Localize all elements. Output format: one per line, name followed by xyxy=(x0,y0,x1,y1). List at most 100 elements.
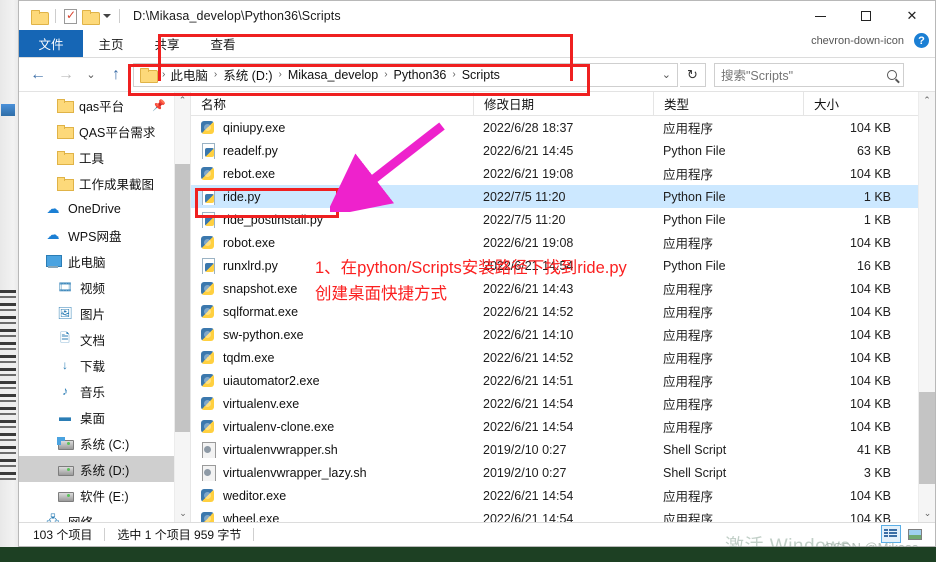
sidebar-item-4[interactable]: ☁ OneDrive xyxy=(19,196,174,222)
python-exe-icon xyxy=(201,419,216,435)
file-name-label: ride.py xyxy=(223,189,261,204)
file-type-cell: 应用程序 xyxy=(663,237,714,251)
sidebar-item-10[interactable]: ↓ 下载 xyxy=(19,352,174,378)
tab-home[interactable]: 主页 xyxy=(83,30,139,57)
close-button[interactable]: ✕ xyxy=(889,1,935,31)
sidebar-item-13[interactable]: 系统 (C:) xyxy=(19,430,174,456)
back-button[interactable]: ← xyxy=(25,62,51,88)
column-header-size[interactable]: 大小 xyxy=(803,92,913,116)
file-type-cell: 应用程序 xyxy=(663,329,714,343)
sidebar-item-9[interactable]: 🗎 文档 xyxy=(19,326,174,352)
file-list-scrollbar-thumb[interactable] xyxy=(919,392,935,484)
sidebar-item-16[interactable]: 🖧 网络 xyxy=(19,508,174,523)
help-icon[interactable]: ? xyxy=(914,33,929,48)
search-box[interactable]: 搜索"Scripts" xyxy=(714,62,904,87)
file-size-cell: 104 KB xyxy=(849,281,891,296)
chevron-down-icon[interactable] xyxy=(103,14,111,18)
sidebar-item-6[interactable]: 此电脑 xyxy=(19,248,174,274)
sidebar-item-label: 此电脑 xyxy=(68,255,106,270)
scroll-up-icon[interactable]: ⌃ xyxy=(175,92,190,109)
chevron-down-icon[interactable]: chevron-down-icon xyxy=(811,35,904,47)
nav-scrollbar-thumb[interactable] xyxy=(175,164,190,432)
tab-view[interactable]: 查看 xyxy=(195,30,251,57)
sidebar-item-11[interactable]: ♪ 音乐 xyxy=(19,378,174,404)
table-row[interactable]: weditor.exe 2022/6/21 14:54 应用程序 104 KB xyxy=(191,484,918,507)
table-row[interactable]: virtualenv-clone.exe 2022/6/21 14:54 应用程序 1… xyxy=(191,415,918,438)
folder-icon[interactable] xyxy=(31,9,49,25)
tab-share[interactable]: 共享 xyxy=(139,30,195,57)
file-type-cell: Python File xyxy=(663,189,726,204)
table-row[interactable]: sw-python.exe 2022/6/21 14:10 应用程序 104 KB xyxy=(191,323,918,346)
search-input[interactable]: 搜索"Scripts" xyxy=(721,65,793,84)
sidebar-item-label: 下载 xyxy=(80,359,106,374)
breadcrumb[interactable]: › 此电脑 › 系统 (D:) › Mikasa_develop › Pytho… xyxy=(133,62,678,87)
pin-icon[interactable]: 📌 xyxy=(152,99,166,112)
minimize-button[interactable] xyxy=(797,1,843,31)
nav-scrollbar[interactable]: ⌃ ⌄ xyxy=(174,92,190,522)
sidebar-item-7[interactable]: 🎞 视频 xyxy=(19,274,174,300)
sidebar-item-0[interactable]: qas平台 📌 xyxy=(19,92,174,118)
scroll-down-icon[interactable]: ⌄ xyxy=(919,505,935,522)
sidebar-item-label: 桌面 xyxy=(80,411,106,426)
maximize-button[interactable] xyxy=(843,1,889,31)
forward-button[interactable]: → xyxy=(53,62,79,88)
search-icon xyxy=(887,69,897,80)
table-row[interactable]: rebot.exe 2022/6/21 19:08 应用程序 104 KB xyxy=(191,162,918,185)
table-row[interactable]: virtualenvwrapper.sh 2019/2/10 0:27 Shell … xyxy=(191,438,918,461)
sidebar-item-label: 工作成果截图 xyxy=(79,177,155,192)
file-type-cell: 应用程序 xyxy=(663,490,714,504)
column-header-type[interactable]: 类型 xyxy=(653,92,803,116)
download-icon: ↓ xyxy=(62,358,68,372)
table-row[interactable]: ride.py 2022/7/5 11:20 Python File 1 KB xyxy=(191,185,918,208)
sidebar-item-2[interactable]: 工具 xyxy=(19,144,174,170)
divider xyxy=(104,528,106,541)
table-row[interactable]: ride_postinstall.py 2022/7/5 11:20 Python … xyxy=(191,208,918,231)
file-date-cell: 2022/6/21 14:54 xyxy=(483,419,574,434)
python-exe-icon xyxy=(201,488,216,504)
sidebar-item-3[interactable]: 工作成果截图 xyxy=(19,170,174,196)
sidebar-item-15[interactable]: 软件 (E:) xyxy=(19,482,174,508)
table-row[interactable]: uiautomator2.exe 2022/6/21 14:51 应用程序 104 K… xyxy=(191,369,918,392)
table-row[interactable]: virtualenv.exe 2022/6/21 14:54 应用程序 104 KB xyxy=(191,392,918,415)
up-button[interactable]: ↑ xyxy=(103,62,129,88)
file-size-cell: 104 KB xyxy=(849,235,891,250)
table-row[interactable]: qiniupy.exe 2022/6/28 18:37 应用程序 104 KB xyxy=(191,116,918,139)
table-row[interactable]: robot.exe 2022/6/21 19:08 应用程序 104 KB xyxy=(191,231,918,254)
folder-icon xyxy=(57,99,74,113)
new-folder-icon[interactable] xyxy=(82,9,100,25)
file-date-cell: 2022/6/21 14:43 xyxy=(483,281,574,296)
file-size-cell: 1 KB xyxy=(863,189,891,204)
drive-icon xyxy=(57,490,74,502)
table-row[interactable]: tqdm.exe 2022/6/21 14:52 应用程序 104 KB xyxy=(191,346,918,369)
properties-icon[interactable] xyxy=(64,7,77,24)
table-row[interactable]: wheel.exe 2022/6/21 14:54 应用程序 104 KB xyxy=(191,507,918,522)
file-list-scrollbar[interactable]: ⌃ ⌄ xyxy=(918,92,935,522)
column-header-date[interactable]: 修改日期 xyxy=(473,92,653,116)
breadcrumb-item-0[interactable]: 此电脑 xyxy=(167,65,211,84)
quick-access-toolbar[interactable] xyxy=(19,7,123,25)
python-exe-icon xyxy=(201,511,216,522)
sidebar-item-label: 音乐 xyxy=(80,385,106,400)
table-row[interactable]: virtualenvwrapper_lazy.sh 2019/2/10 0:27 S… xyxy=(191,461,918,484)
table-row[interactable]: sqlformat.exe 2022/6/21 14:52 应用程序 104 KB xyxy=(191,300,918,323)
recent-locations-button[interactable]: ⌄ xyxy=(81,62,101,88)
sidebar-item-5[interactable]: ☁ WPS网盘 xyxy=(19,222,174,248)
sidebar-item-14[interactable]: 系统 (D:) xyxy=(19,456,174,482)
chevron-down-icon[interactable]: ⌄ xyxy=(662,68,671,81)
sidebar-item-12[interactable]: ▬ 桌面 xyxy=(19,404,174,430)
scroll-up-icon[interactable]: ⌃ xyxy=(919,92,935,109)
breadcrumb-item-3[interactable]: Python36 xyxy=(391,68,450,82)
breadcrumb-item-1[interactable]: 系统 (D:) xyxy=(220,65,275,84)
refresh-button[interactable]: ↻ xyxy=(680,62,706,87)
sidebar-item-8[interactable]: 🖼 图片 xyxy=(19,300,174,326)
breadcrumb-item-2[interactable]: Mikasa_develop xyxy=(285,68,381,82)
sidebar-item-1[interactable]: QAS平台需求 xyxy=(19,118,174,144)
item-count: 103 个项目 xyxy=(33,528,93,542)
tab-file[interactable]: 文件 xyxy=(19,30,83,57)
column-header-name[interactable]: 名称 ⌃ xyxy=(191,92,473,116)
scroll-down-icon[interactable]: ⌄ xyxy=(175,505,190,522)
sidebar-item-label: qas平台 xyxy=(79,99,125,114)
computer-icon xyxy=(45,254,62,268)
table-row[interactable]: readelf.py 2022/6/21 14:45 Python File 63 K… xyxy=(191,139,918,162)
breadcrumb-item-4[interactable]: Scripts xyxy=(459,68,503,82)
